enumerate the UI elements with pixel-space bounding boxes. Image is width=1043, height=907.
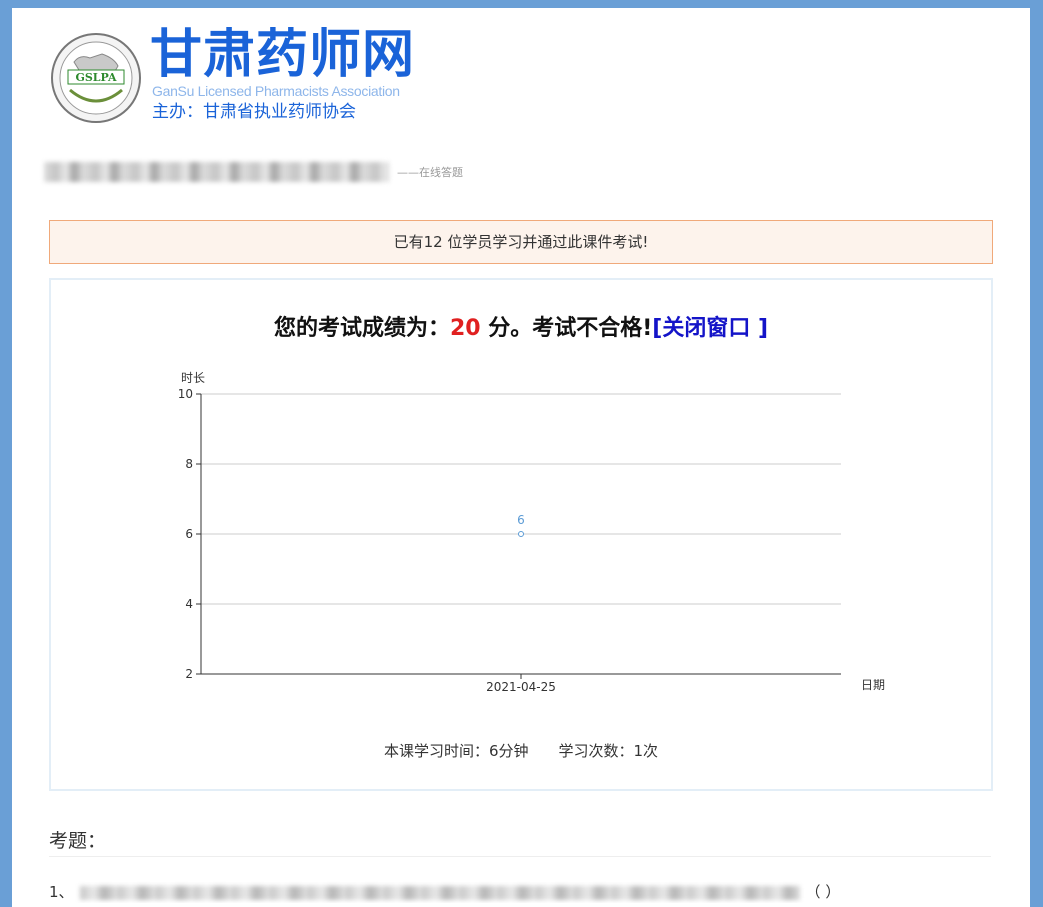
result-panel: 您的考试成绩为：20 分。考试不合格![关闭窗口 ] 2 4 6 8 10 2021-04… <box>49 278 993 791</box>
score-value: 20 <box>449 316 481 341</box>
data-label: 6 <box>517 513 525 527</box>
y-tick-label: 10 <box>178 387 193 401</box>
course-title-redacted <box>44 162 389 182</box>
study-count: 学习次数：1次 <box>558 742 659 760</box>
study-duration-chart: 2 4 6 8 10 2021-04-25 6 时长 日期 <box>178 371 885 694</box>
site-host: 主办：甘肃省执业药师协会 <box>152 102 356 122</box>
divider <box>49 856 991 857</box>
course-title-suffix: ——在线答题 <box>397 166 463 179</box>
logo-text: GSLPA <box>75 71 117 84</box>
y-tick-label: 8 <box>185 457 193 471</box>
close-window-link[interactable]: [关闭窗口 ] <box>652 316 768 341</box>
score-suffix: 分。考试不合格! <box>480 316 653 341</box>
study-stats: 本课学习时间：6分钟 学习次数：1次 <box>51 740 991 761</box>
x-axis-label: 日期 <box>861 678 885 692</box>
site-title: 甘肃药师网 <box>150 25 416 85</box>
y-tick-label: 6 <box>185 527 193 541</box>
x-tick-label: 2021-04-25 <box>486 680 556 694</box>
data-point <box>518 531 524 537</box>
question-number: 1、 <box>49 883 74 901</box>
page: GSLPA 甘肃药师网 GanSu Licensed Pharmacists A… <box>12 8 1030 907</box>
y-tick-label: 4 <box>185 597 193 611</box>
y-axis-label: 时长 <box>181 371 205 385</box>
y-tick-label: 2 <box>185 667 193 681</box>
question-item: 1、 （ ） <box>49 881 991 903</box>
course-title-row: ——在线答题 <box>44 160 463 184</box>
score-line: 您的考试成绩为：20 分。考试不合格![关闭窗口 ] <box>51 310 991 342</box>
gslpa-logo: GSLPA <box>50 32 142 124</box>
question-blank: （ ） <box>805 883 841 901</box>
questions-heading: 考题： <box>49 830 107 852</box>
study-time: 本课学习时间：6分钟 <box>383 742 529 760</box>
score-prefix: 您的考试成绩为： <box>273 316 450 341</box>
question-text-redacted <box>79 885 800 900</box>
pass-count-notice: 已有12 位学员学习并通过此课件考试! <box>49 220 993 264</box>
site-subtitle: GanSu Licensed Pharmacists Association <box>152 83 400 99</box>
